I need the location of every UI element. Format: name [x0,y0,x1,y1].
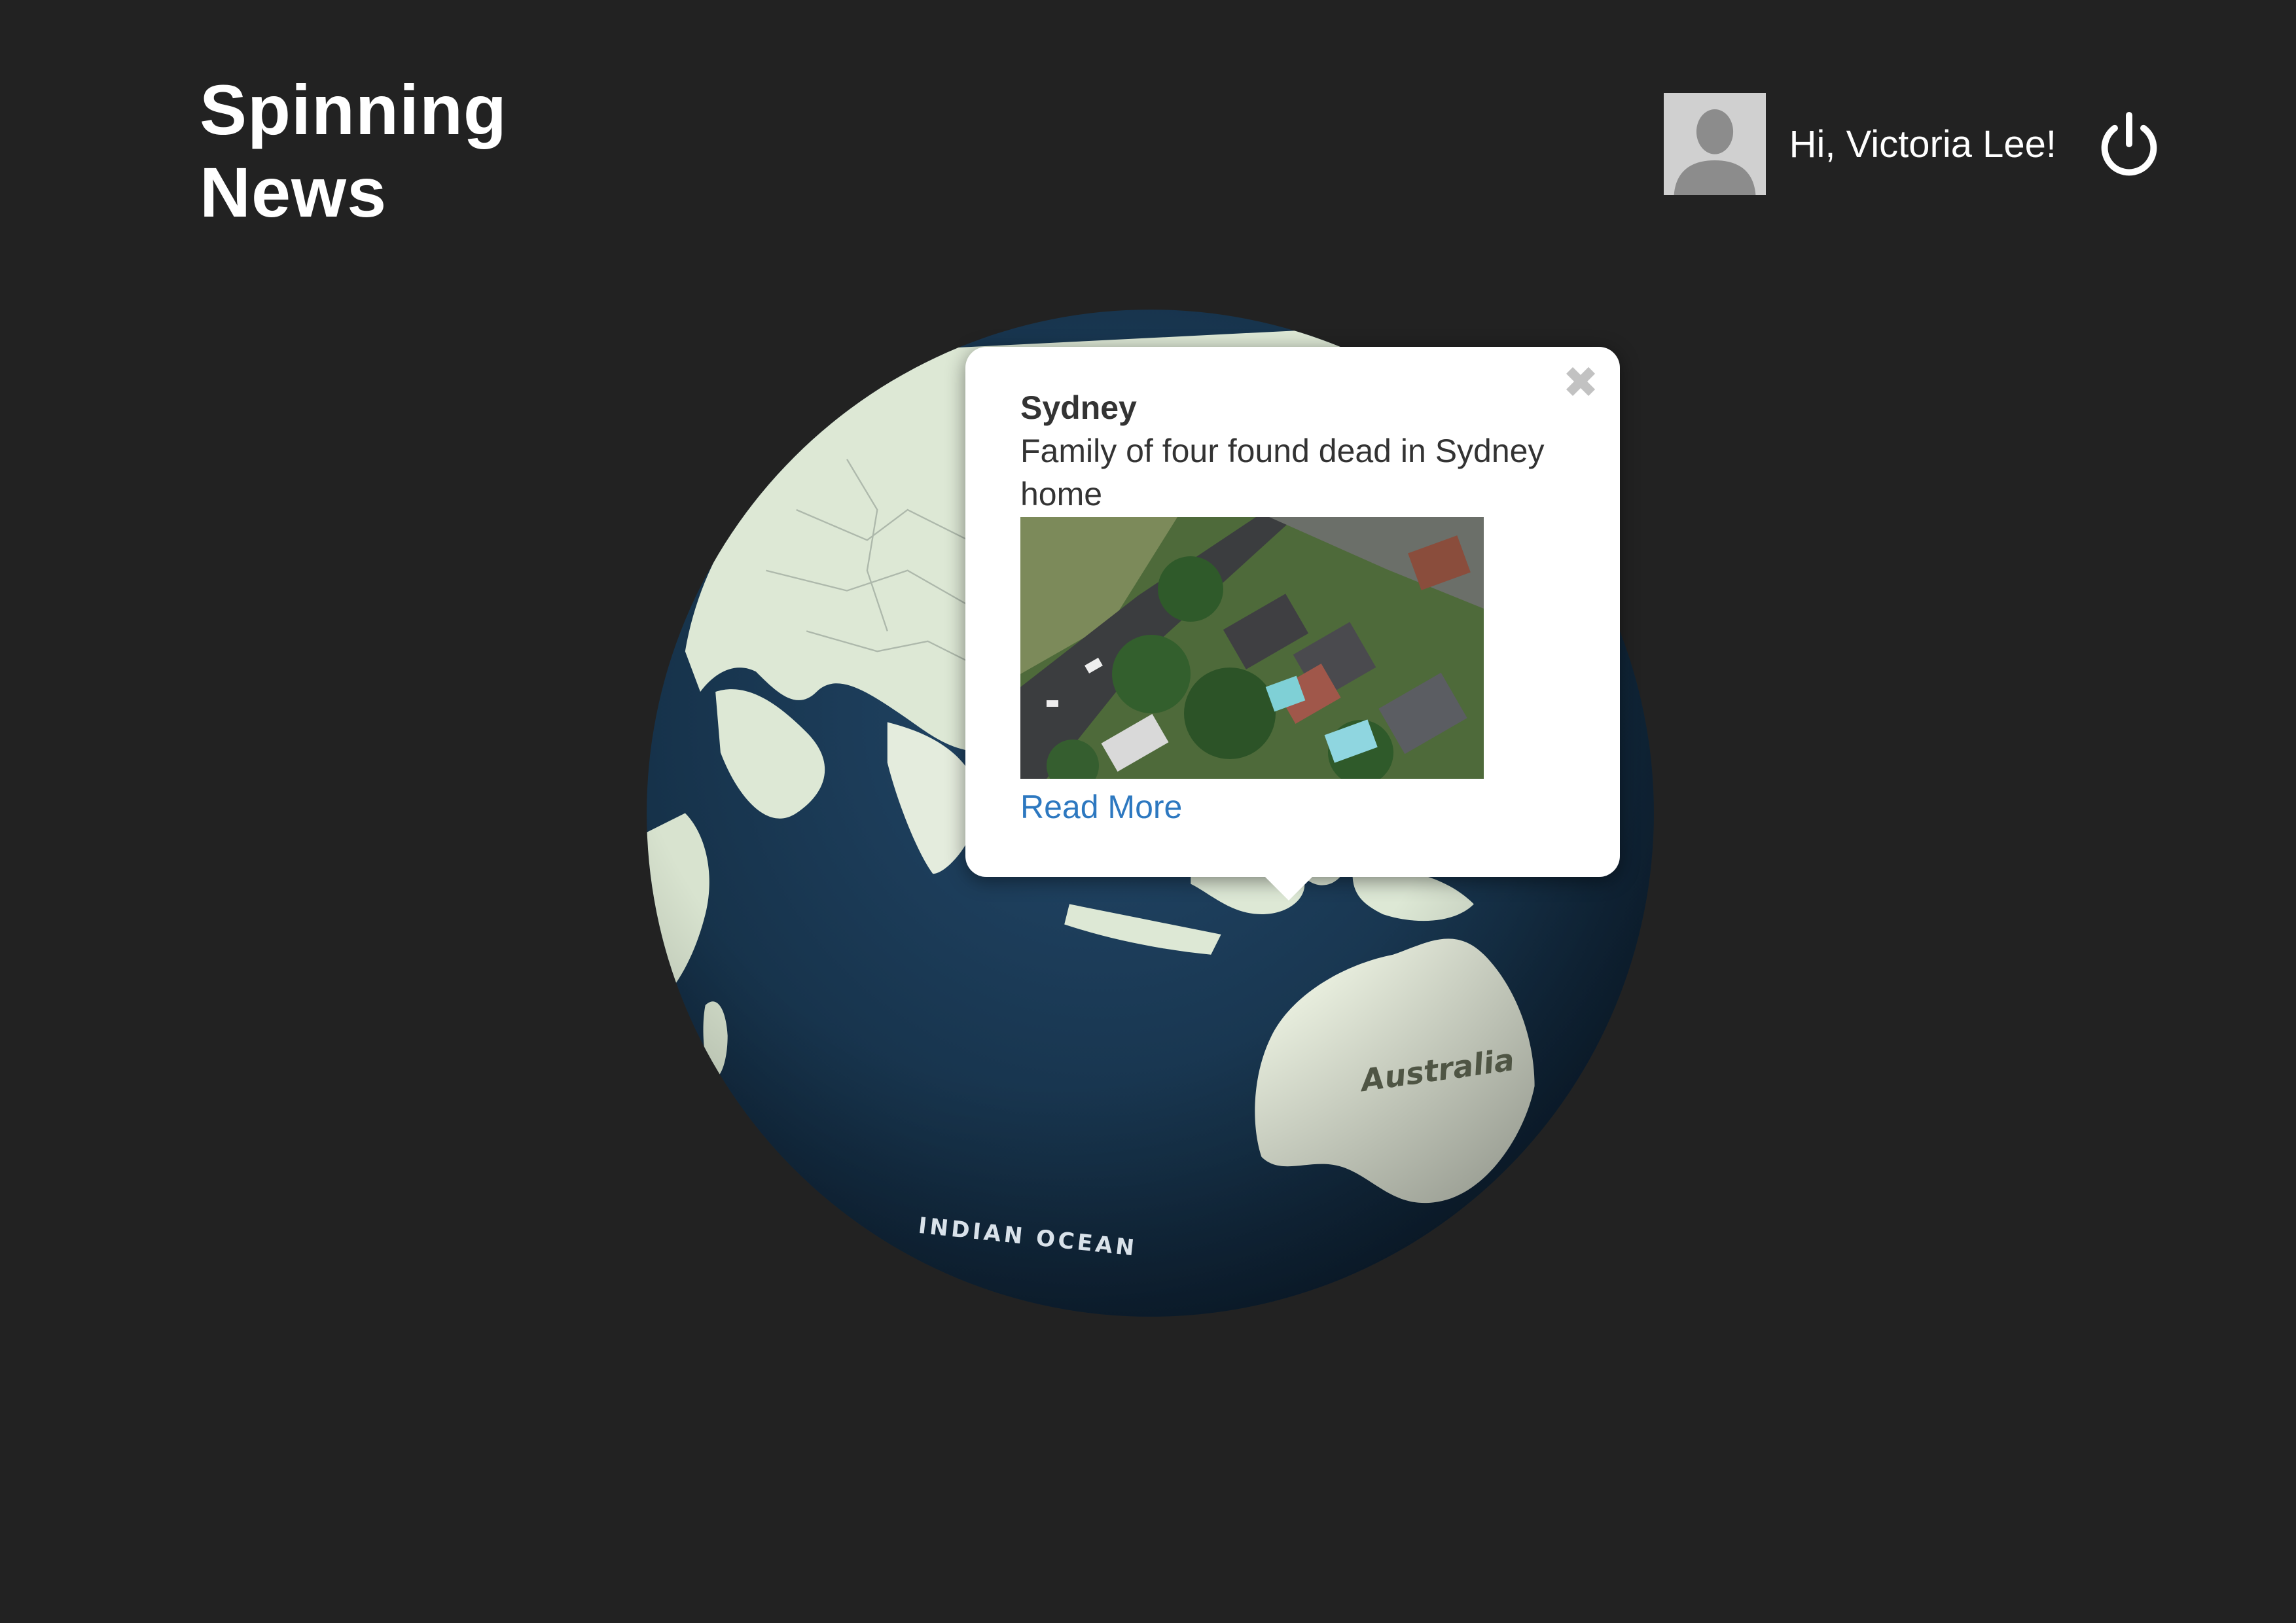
aerial-photo [1020,517,1484,779]
popup-headline: Family of four found dead in Sydney home [1020,433,1545,512]
avatar[interactable] [1663,93,1766,195]
user-greeting: Hi, Victoria Lee! [1789,122,2056,166]
app-title: Spinning News [200,69,507,234]
close-icon[interactable]: ✖ [1562,361,1599,404]
app-title-line2: News [200,152,387,232]
popup-pointer [1263,874,1315,901]
news-popup: ✖ Sydney Family of four found dead in Sy… [965,347,1620,901]
user-area: Hi, Victoria Lee! [1663,92,2165,196]
avatar-placeholder-icon [1663,93,1766,195]
power-icon [2101,112,2157,176]
news-image[interactable] [1020,517,1484,779]
app-title-line1: Spinning [200,70,507,149]
read-more-link[interactable]: Read More [1020,785,1182,829]
popup-city: Sydney [1020,389,1137,426]
logout-button[interactable] [2093,108,2165,180]
